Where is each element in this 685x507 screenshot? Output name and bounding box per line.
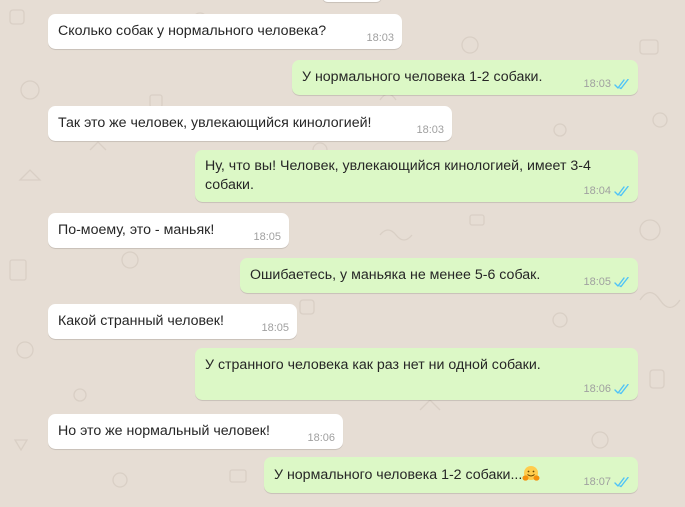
message-meta: 18:05 <box>253 230 281 244</box>
message-time: 18:03 <box>416 124 444 136</box>
message-text: У нормального человека 1-2 собаки. <box>302 69 543 85</box>
message-text: По-моему, это - маньяк! <box>58 222 215 238</box>
message-meta: 18:05 <box>583 275 630 289</box>
message-meta: 18:04 <box>583 184 630 198</box>
message-text: Какой странный человек! <box>58 313 224 329</box>
read-receipt-icon <box>614 476 630 488</box>
message-time: 18:05 <box>583 276 611 288</box>
message-text: Ошибаетесь, у маньяка не менее 5-6 собак… <box>250 267 541 283</box>
message-time: 18:06 <box>307 432 335 444</box>
message-time: 18:05 <box>261 322 289 334</box>
read-receipt-icon <box>614 383 630 395</box>
message-meta: 18:06 <box>307 431 335 445</box>
incoming-message[interactable]: Какой странный человек! 18:05 <box>48 304 297 339</box>
outgoing-message[interactable]: Ну, что вы! Человек, увлекающийся киноло… <box>195 150 638 202</box>
message-meta: 18:06 <box>583 382 630 396</box>
message-text: Сколько собак у нормального человека? <box>58 23 327 39</box>
outgoing-message[interactable]: Ошибаетесь, у маньяка не менее 5-6 собак… <box>240 258 638 293</box>
message-time: 18:03 <box>583 78 611 90</box>
incoming-message[interactable]: Так это же человек, увлекающийся кинолог… <box>48 106 452 141</box>
read-receipt-icon <box>614 185 630 197</box>
message-text: Но это же нормальный человек! <box>58 423 270 439</box>
incoming-message[interactable]: По-моему, это - маньяк! 18:05 <box>48 213 289 248</box>
message-text: У странного человека как раз нет ни одно… <box>205 357 541 373</box>
message-text: Так это же человек, увлекающийся кинолог… <box>58 115 372 131</box>
message-text: Ну, что вы! Человек, увлекающийся киноло… <box>205 158 591 193</box>
message-meta: 18:07 <box>583 475 630 489</box>
incoming-message[interactable]: Сколько собак у нормального человека? 18… <box>48 14 402 49</box>
outgoing-message[interactable]: У странного человека как раз нет ни одно… <box>195 348 638 400</box>
message-time: 18:05 <box>253 231 281 243</box>
read-receipt-icon <box>614 78 630 90</box>
incoming-message[interactable]: Но это же нормальный человек! 18:06 <box>48 414 343 449</box>
message-meta: 18:03 <box>366 31 394 45</box>
message-text-content: У нормального человека 1-2 собаки... <box>274 467 523 483</box>
message-meta: 18:03 <box>583 77 630 91</box>
message-time: 18:03 <box>366 32 394 44</box>
message-time: 18:07 <box>583 476 611 488</box>
outgoing-message[interactable]: У нормального человека 1-2 собаки... 18:… <box>264 457 638 493</box>
outgoing-message[interactable]: У нормального человека 1-2 собаки. 18:03 <box>292 60 638 95</box>
message-meta: 18:03 <box>416 123 444 137</box>
hugging-face-emoji-icon <box>522 465 540 483</box>
message-text: У нормального человека 1-2 собаки... <box>274 465 540 485</box>
message-meta: 18:05 <box>261 321 289 335</box>
message-time: 18:06 <box>583 383 611 395</box>
read-receipt-icon <box>614 276 630 288</box>
message-time: 18:04 <box>583 185 611 197</box>
previous-message-edge <box>322 0 382 2</box>
